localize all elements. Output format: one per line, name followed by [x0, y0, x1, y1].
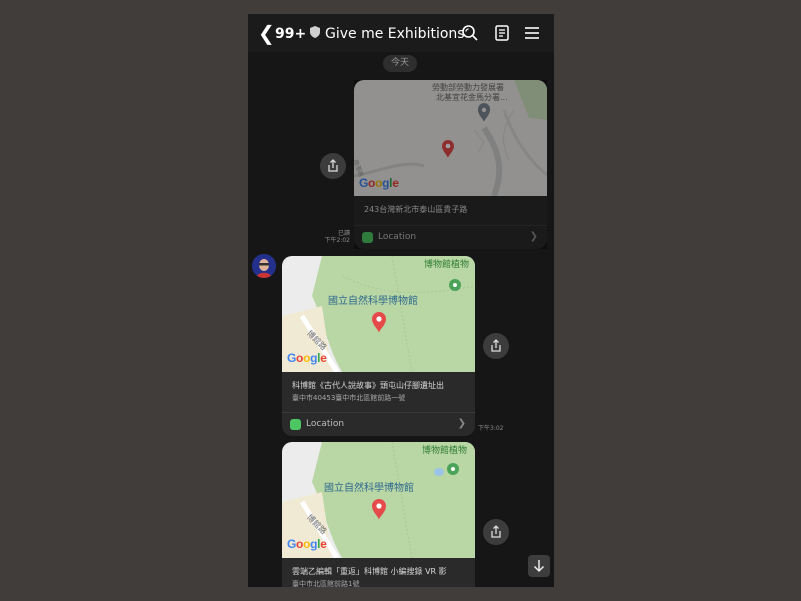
avatar-image [252, 254, 276, 278]
scroll-to-bottom-button[interactable] [528, 555, 550, 577]
location-address: 臺中市北區館前路1號 [292, 580, 360, 587]
map-label-main: 國立自然科學博物館 [328, 296, 418, 307]
shield-icon [310, 26, 320, 38]
google-logo: Google [359, 176, 399, 190]
location-link-row[interactable]: Location ❯ [282, 412, 475, 436]
unread-count[interactable]: 99+ [275, 26, 306, 42]
message-2-time: 下午3:02 [478, 425, 504, 432]
share-button-2[interactable] [483, 333, 509, 359]
location-card-3[interactable]: 博物館植物 國立自然科學博物館 博館路 Google 雲端乙編輯「重返」科博館 … [282, 442, 475, 587]
share-icon [491, 339, 501, 352]
location-card-1[interactable]: 勞動部勞動力發展署 北基宜花金馬分署... 南港路 Google 243台灣新北… [354, 80, 547, 249]
search-icon[interactable] [461, 24, 479, 42]
chat-screen: ❮ 99+ Give me Exhibitions 今天 勞動部勞動力發展署 北 [248, 14, 554, 587]
map-label-top: 博物館植物 [424, 260, 470, 270]
message-1-meta: 已讀 下午2:02 [320, 230, 350, 244]
map-label-top: 博物館植物 [422, 446, 468, 456]
share-icon [491, 525, 501, 538]
location-title: 科博館《古代人說故事》頭屯山仔腳遺址出 [292, 381, 444, 390]
location-card-2[interactable]: 博物館植物 國立自然科學博物館 博館路 Google 科博館《古代人說故事》頭屯… [282, 256, 475, 436]
chat-header: ❮ 99+ Give me Exhibitions [248, 14, 554, 52]
location-link-row[interactable]: Location ❯ [354, 225, 547, 249]
arrow-down-icon [533, 560, 545, 573]
chevron-right-icon: ❯ [529, 231, 538, 242]
notes-icon[interactable] [493, 24, 511, 42]
line-app-icon [290, 419, 301, 430]
read-status: 已讀 [337, 230, 350, 237]
map-label-main: 國立自然科學博物館 [324, 483, 414, 494]
line-app-icon [362, 232, 373, 243]
google-logo: Google [287, 537, 327, 551]
share-icon [328, 159, 338, 172]
location-label: Location [306, 419, 345, 429]
map-label-line2: 北基宜花金馬分署... [436, 93, 508, 102]
chevron-left-icon[interactable]: ❮ [258, 23, 275, 43]
location-address: 臺中市40453臺中市北區館前路一號 [292, 394, 406, 402]
date-chip: 今天 [383, 55, 417, 72]
menu-icon[interactable] [523, 24, 541, 42]
share-button-3[interactable] [483, 519, 509, 545]
message-time: 下午2:02 [324, 237, 350, 244]
share-button-1[interactable] [320, 153, 346, 179]
google-logo: Google [287, 351, 327, 365]
chevron-right-icon: ❯ [457, 418, 466, 429]
location-label: Location [378, 232, 417, 242]
avatar[interactable] [252, 254, 276, 278]
chat-title: Give me Exhibitions [325, 26, 465, 42]
location-title: 雲端乙編輯「重返」科博館 小編搜錄 VR 影 [292, 567, 447, 576]
location-address: 243台灣新北市泰山區貴子路 [364, 205, 468, 214]
